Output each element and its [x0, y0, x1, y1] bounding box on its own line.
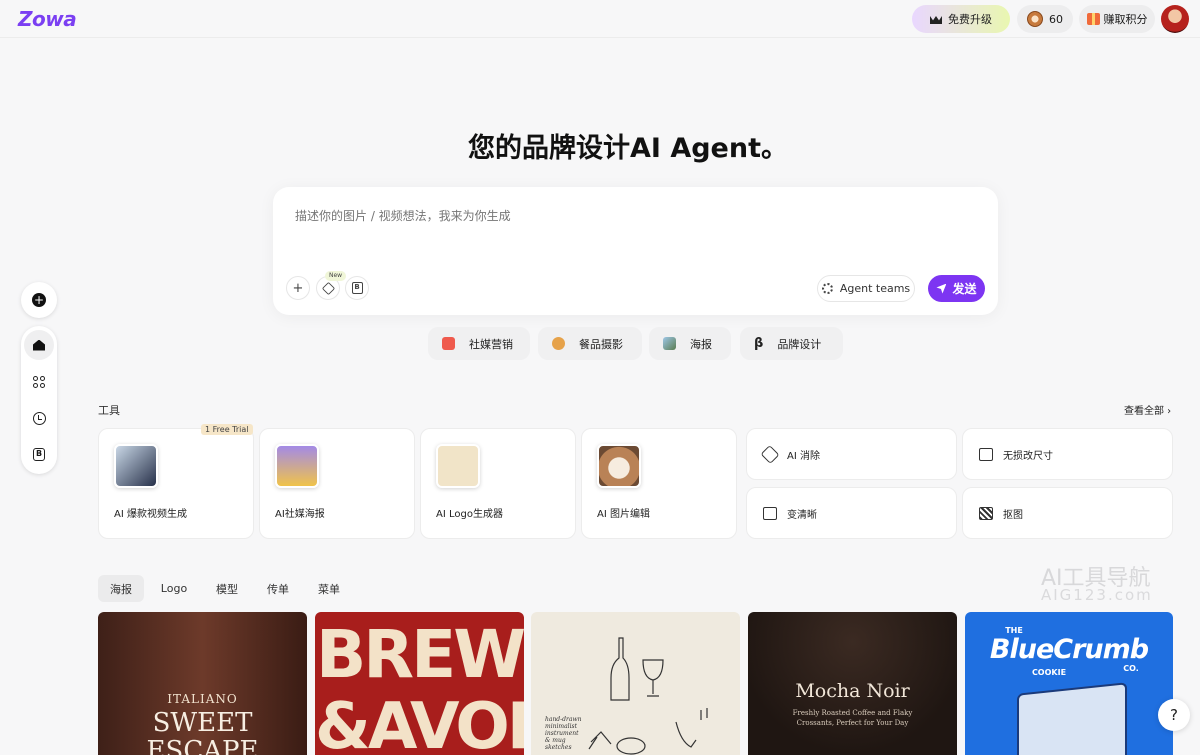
send-icon	[936, 283, 947, 294]
tab-flyer[interactable]: 传单	[258, 575, 298, 602]
tool-label: AI Logo生成器	[436, 509, 503, 520]
tab-menu[interactable]: 菜单	[309, 575, 349, 602]
poster-icon	[663, 337, 676, 350]
new-badge: New	[325, 271, 347, 281]
plus-icon: +	[292, 280, 304, 296]
tool-label: 抠图	[1003, 509, 1023, 521]
plus-icon: +	[32, 293, 46, 307]
coin-icon	[1027, 11, 1043, 27]
tab-logo[interactable]: Logo	[152, 575, 196, 602]
free-trial-badge: 1 Free Trial	[201, 424, 253, 435]
gallery-card-brew-flavor[interactable]: BREW &AVOR	[315, 612, 524, 755]
tool-card-video[interactable]: 1 Free Trial AI 爆款视频生成	[98, 424, 254, 539]
cookie-box	[1017, 682, 1127, 755]
card-note: hand-drawn minimalist instrument & mug s…	[545, 716, 582, 751]
brand-kit-icon: B	[351, 282, 363, 294]
tool-label: 变清晰	[787, 509, 817, 521]
chip-label: 社媒营销	[469, 337, 513, 351]
credits-count: 60	[1049, 12, 1063, 26]
beta-icon: β	[754, 336, 764, 351]
chip-label: 品牌设计	[777, 337, 822, 351]
gift-icon	[1086, 13, 1100, 25]
tool-label: AI社媒海报	[275, 509, 325, 520]
card-co: CO.	[1123, 664, 1139, 673]
card-headline: BREW	[315, 616, 524, 693]
add-attachment-button[interactable]: +	[286, 276, 310, 300]
brand-kit-icon: B	[33, 447, 45, 461]
cube-icon	[321, 281, 335, 295]
crop-icon	[979, 447, 993, 461]
user-avatar[interactable]	[1161, 5, 1189, 33]
image-icon	[763, 506, 777, 520]
apps-grid-icon	[33, 376, 45, 388]
heart-icon	[442, 337, 455, 350]
earn-credits-label: 赚取积分	[1103, 13, 1148, 26]
clock-icon	[32, 411, 46, 425]
nav-brand[interactable]: B	[24, 439, 54, 469]
brand-kit-button[interactable]: B	[345, 276, 369, 300]
tool-enhance[interactable]: 变清晰	[746, 487, 957, 539]
tool-label: AI 爆款视频生成	[114, 509, 187, 520]
agent-teams-label: Agent teams	[839, 282, 911, 295]
gallery-card-blue-crumb[interactable]: THE BlueCrumb COOKIE CO.	[965, 612, 1173, 755]
send-button[interactable]: 发送	[928, 275, 985, 302]
prompt-box: + New B Agent teams 发送	[273, 187, 998, 315]
tool-card-logo[interactable]: AI Logo生成器	[420, 428, 576, 539]
card-headline: SWEET	[152, 708, 253, 738]
tool-thumbnail	[114, 444, 158, 488]
tool-card-image-edit[interactable]: AI 图片编辑	[581, 428, 737, 539]
gallery-card-sketch[interactable]: hand-drawn minimalist instrument & mug s…	[531, 612, 740, 755]
chip-food-photography[interactable]: 餐品摄影	[538, 327, 642, 360]
tool-label: AI 消除	[787, 450, 820, 462]
card-headline: BlueCrumb	[989, 634, 1149, 665]
gallery-card-mocha-noir[interactable]: Mocha Noir Freshly Roasted Coffee and Fl…	[748, 612, 957, 755]
card-headline: Mocha Noir	[795, 680, 910, 702]
cutout-icon	[979, 506, 993, 520]
card-headline-2: ESCAPE	[146, 736, 259, 755]
chip-label: 海报	[690, 337, 712, 351]
gallery-card-sweet-escape[interactable]: ITALIANO SWEET ESCAPE	[98, 612, 307, 755]
credits-button[interactable]: 60	[1017, 5, 1073, 33]
card-headline-2: &AVOR	[315, 690, 524, 755]
tool-cutout[interactable]: 抠图	[962, 487, 1173, 539]
tool-label: 无损改尺寸	[1003, 450, 1053, 462]
crown-icon	[930, 14, 942, 24]
nav-history[interactable]	[24, 403, 54, 433]
help-button[interactable]: ?	[1158, 699, 1190, 731]
card-kicker: ITALIANO	[167, 692, 238, 706]
page-title: 您的品牌设计AI Agent。	[467, 133, 788, 164]
chip-brand-design[interactable]: β 品牌设计	[740, 327, 843, 360]
upgrade-button[interactable]: 免费升级	[912, 5, 1010, 33]
see-all-link[interactable]: 查看全部 ›	[1124, 402, 1171, 417]
eraser-icon	[760, 444, 780, 464]
prompt-input[interactable]	[295, 206, 955, 226]
nav-apps[interactable]	[24, 367, 54, 397]
send-label: 发送	[952, 282, 977, 296]
chip-poster[interactable]: 海报	[649, 327, 731, 360]
new-project-button[interactable]: +	[21, 282, 57, 318]
tool-thumbnail	[597, 444, 641, 488]
gear-icon	[821, 283, 833, 294]
earn-credits-button[interactable]: 赚取积分	[1079, 5, 1155, 33]
upgrade-label: 免费升级	[948, 13, 992, 26]
top-bar: Zowa 免费升级 60 赚取积分	[0, 0, 1200, 38]
agent-teams-button[interactable]: Agent teams	[817, 275, 915, 302]
tab-model[interactable]: 模型	[206, 575, 248, 602]
tools-section-label: 工具	[98, 404, 120, 417]
tool-label: AI 图片编辑	[597, 509, 650, 520]
burger-icon	[552, 337, 565, 350]
watermark-subtitle: AIG123.com	[1041, 586, 1153, 604]
tool-ai-erase[interactable]: AI 消除	[746, 428, 957, 480]
chip-label: 餐品摄影	[579, 337, 623, 351]
app-logo[interactable]: Zowa	[18, 7, 77, 31]
tool-thumbnail	[436, 444, 480, 488]
tool-card-social-poster[interactable]: AI社媒海报	[259, 428, 415, 539]
tool-resize[interactable]: 无损改尺寸	[962, 428, 1173, 480]
tab-poster[interactable]: 海报	[98, 575, 144, 602]
chip-social-marketing[interactable]: 社媒营销	[428, 327, 530, 360]
category-chips: 社媒营销 餐品摄影 海报 β 品牌设计	[0, 327, 1200, 360]
card-subtitle: Freshly Roasted Coffee and Flaky Crossan…	[792, 709, 913, 727]
tool-thumbnail	[275, 444, 319, 488]
